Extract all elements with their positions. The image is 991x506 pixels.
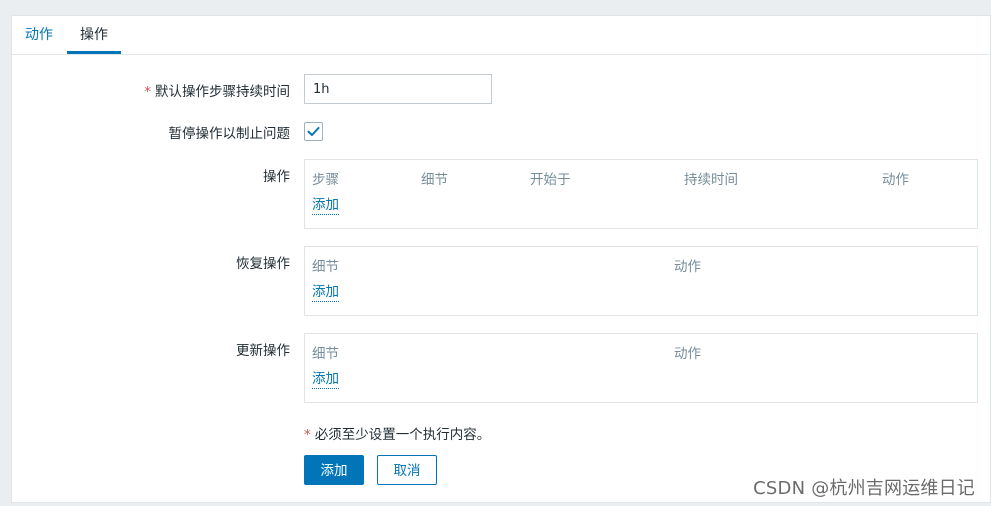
check-icon xyxy=(307,127,320,136)
pause-operations-label: 暂停操作以制止问题 xyxy=(168,126,291,142)
watermark: CSDN @杭州吉网运维日记 xyxy=(753,478,975,499)
required-mark: * xyxy=(304,427,311,443)
tab-bar: 动作 操作 xyxy=(12,16,990,55)
add-operation-link[interactable]: 添加 xyxy=(312,197,339,215)
default-step-duration-text: 默认操作步骤持续时间 xyxy=(155,84,290,100)
default-step-duration-input[interactable] xyxy=(304,74,492,104)
tab-operations[interactable]: 操作 xyxy=(67,16,121,54)
cancel-button[interactable]: 取消 xyxy=(377,455,437,485)
add-recovery-operation-link[interactable]: 添加 xyxy=(312,284,339,302)
tab-action[interactable]: 动作 xyxy=(12,16,66,54)
column-header-details: 细节 xyxy=(421,172,448,188)
recovery-operations-table: 细节 动作 添加 xyxy=(304,246,978,316)
add-update-operation-link[interactable]: 添加 xyxy=(312,371,339,389)
operations-table: 步骤 细节 开始于 持续时间 动作 添加 xyxy=(304,159,978,229)
recovery-operations-label: 恢复操作 xyxy=(236,256,290,272)
required-note-text: 必须至少设置一个执行内容。 xyxy=(314,427,491,443)
column-header-action: 动作 xyxy=(674,259,701,275)
action-form-panel: 动作 操作 *默认操作步骤持续时间 暂停操作以制止问题 操作 步骤 细节 开始于… xyxy=(11,15,991,503)
operations-label: 操作 xyxy=(263,169,290,185)
default-step-duration-label: * 默认操作步骤持续时间 xyxy=(144,80,290,100)
column-header-details: 细节 xyxy=(312,346,339,362)
column-header-action: 动作 xyxy=(674,346,701,362)
column-header-step: 步骤 xyxy=(312,172,339,188)
column-header-start-in: 开始于 xyxy=(530,172,571,188)
add-button[interactable]: 添加 xyxy=(304,455,364,485)
column-header-duration: 持续时间 xyxy=(684,172,738,188)
required-note: * 必须至少设置一个执行内容。 xyxy=(304,423,490,443)
required-mark: * xyxy=(144,84,151,100)
update-operations-table: 细节 动作 添加 xyxy=(304,333,978,403)
pause-operations-checkbox[interactable] xyxy=(304,122,323,141)
column-header-details: 细节 xyxy=(312,259,339,275)
column-header-action: 动作 xyxy=(882,172,909,188)
update-operations-label: 更新操作 xyxy=(236,343,290,359)
